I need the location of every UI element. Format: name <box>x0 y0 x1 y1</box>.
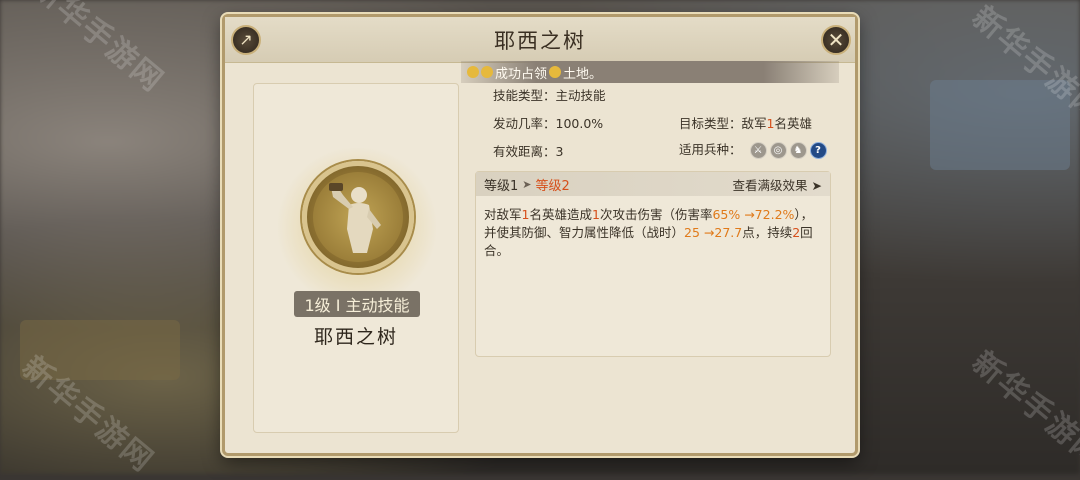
current-level: 等级1 <box>484 178 519 194</box>
notice-marker-icon <box>481 66 493 78</box>
sword-icon[interactable]: ⚔ <box>749 142 767 159</box>
modal-header: 耶西之树 <box>225 17 855 63</box>
desc-number: 1 <box>591 207 600 222</box>
desc-number: 2 <box>792 225 801 240</box>
question-icon[interactable]: ? <box>809 142 827 159</box>
troop-label: 适用兵种： <box>679 142 742 157</box>
notice-text: 土地。 <box>563 66 603 82</box>
arrow-right-icon: ➤ <box>811 177 822 193</box>
next-level: 等级2 <box>535 178 570 194</box>
skill-portrait-icon <box>313 172 403 262</box>
notice-banner: 成功占领 土地。 <box>461 61 839 83</box>
view-full-level-link[interactable]: 查看满级效果 ➤ <box>733 175 822 194</box>
close-icon: ✕ <box>827 28 845 52</box>
target-type: 目标类型：敌军1名英雄 <box>679 113 812 132</box>
target-suffix: 名英雄 <box>774 116 812 131</box>
stat-reduction-value: 25 →27.7 <box>684 225 743 240</box>
notice-text: 成功占领 <box>495 66 548 82</box>
share-button[interactable]: ↗ <box>231 25 261 55</box>
shield-icon[interactable]: ◎ <box>769 142 787 159</box>
skill-emblem <box>302 161 414 273</box>
skill-type: 技能类型：主动技能 <box>493 88 606 103</box>
desc-text: 次攻击伤害（伤害率 <box>599 207 713 222</box>
arrow-right-icon: ➤ <box>522 177 532 191</box>
target-prefix: 目标类型：敌军 <box>679 116 767 131</box>
close-button[interactable]: ✕ <box>821 25 851 55</box>
damage-rate-value: 65% →72.2% <box>712 207 795 222</box>
desc-text: 点，持续 <box>742 225 793 240</box>
horse-icon[interactable]: ♞ <box>789 142 807 159</box>
view-full-level-label: 查看满级效果 <box>732 177 808 193</box>
level-bar: 等级1 ➤ 等级2 查看满级效果 ➤ <box>476 172 830 196</box>
skill-detail-modal: 耶西之树 ↗ ✕ 成功占领 土地。 1级 I 主动技能 耶西之树 技能类型：主动… <box>222 14 858 456</box>
level-description-box: 等级1 ➤ 等级2 查看满级效果 ➤ 对敌军1名英雄造成1次攻击伤害（伤害率65… <box>475 171 831 357</box>
share-icon: ↗ <box>239 30 253 49</box>
skill-name: 耶西之树 <box>313 326 398 348</box>
desc-text: 名英雄造成 <box>529 207 592 222</box>
desc-text: 对敌军 <box>484 207 522 222</box>
skill-icon-panel: 1级 I 主动技能 耶西之树 <box>253 83 459 433</box>
skill-description: 对敌军1名英雄造成1次攻击伤害（伤害率65% →72.2%），并使其防御、智力属… <box>484 206 824 260</box>
notice-marker-icon <box>549 66 562 78</box>
troop-types: 适用兵种： ⚔ ◎ ♞ ? <box>679 139 827 159</box>
modal-title: 耶西之树 <box>494 28 586 53</box>
skill-level-tag: 1级 I 主动技能 <box>294 291 420 317</box>
trigger-rate: 发动几率：100.0% <box>493 116 604 131</box>
effective-range: 有效距离：3 <box>493 144 564 159</box>
notice-marker-icon <box>467 66 479 78</box>
